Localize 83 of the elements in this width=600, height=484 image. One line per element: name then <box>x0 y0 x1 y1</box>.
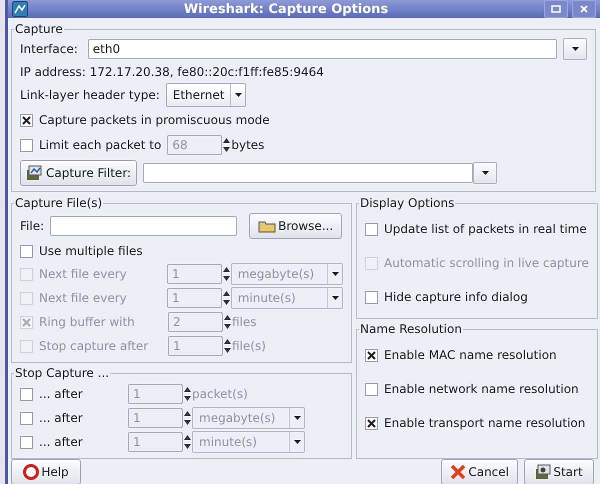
checkbox-label: Stop capture after <box>39 339 148 353</box>
checkbox-label: Automatic scrolling in live capture <box>384 256 589 270</box>
spin-arrows-icon <box>222 137 232 153</box>
maximize-button[interactable] <box>544 0 568 18</box>
maximize-icon <box>551 5 561 13</box>
checkbox-label: Next file every <box>39 291 127 305</box>
spin-arrows-icon <box>222 290 231 306</box>
spin-arrows-icon <box>183 410 192 426</box>
checkbox[interactable] <box>20 138 33 152</box>
cross-mark-icon <box>22 318 31 326</box>
spin-arrows-icon <box>223 338 232 354</box>
filter-field[interactable] <box>143 163 474 183</box>
checkbox[interactable] <box>365 416 378 430</box>
caret-icon <box>572 47 578 51</box>
cancel-button[interactable]: Cancel <box>441 459 518 484</box>
unit-label: file(s) <box>232 339 266 353</box>
file-field[interactable] <box>50 216 238 236</box>
unit-label: files <box>232 315 257 329</box>
group-title: Name Resolution <box>359 322 463 336</box>
unit-label: packet(s) <box>192 387 248 401</box>
group-title: Capture <box>14 22 64 36</box>
checkbox-label: ... after <box>39 411 83 425</box>
checkbox-label: Update list of packets in real time <box>384 222 587 236</box>
checkbox-label: Hide capture info dialog <box>384 290 528 304</box>
cross-mark-icon <box>22 116 31 124</box>
spin-arrows-icon <box>222 266 231 282</box>
field-label: File: <box>20 219 44 233</box>
checkbox[interactable] <box>365 348 378 362</box>
capture-filter-button[interactable]: Capture Filter: <box>20 160 138 186</box>
app-icon <box>12 1 28 17</box>
unit-label: bytes <box>231 138 264 152</box>
caret-icon <box>294 440 300 444</box>
checkbox-label: Ring buffer with <box>39 315 135 329</box>
checkbox-label: Limit each packet to <box>39 138 162 152</box>
unit-dropdown[interactable]: minute(s) <box>192 431 305 453</box>
help-button[interactable]: Help <box>11 459 81 484</box>
checkbox[interactable] <box>20 114 33 126</box>
checkbox-label: Enable MAC name resolution <box>384 348 557 362</box>
start-button[interactable]: Start <box>524 459 594 484</box>
checkbox[interactable] <box>365 222 378 236</box>
lifebuoy-icon <box>23 464 40 480</box>
cross-mark-icon <box>367 418 376 428</box>
cross-mark-icon <box>367 350 376 360</box>
checkbox-label: Enable transport name resolution <box>384 416 586 430</box>
checkbox[interactable] <box>20 244 33 258</box>
field-label: Interface: <box>20 42 78 56</box>
checkbox[interactable] <box>20 436 33 448</box>
cross-icon <box>450 464 466 480</box>
close-button[interactable] <box>572 0 596 18</box>
dropdown-button[interactable] <box>563 38 587 60</box>
interface-field[interactable]: eth0 <box>88 39 557 59</box>
checkbox-label: Use multiple files <box>39 244 143 258</box>
checkbox[interactable] <box>365 382 378 396</box>
caret-icon <box>294 416 300 420</box>
spin-arrows-icon <box>183 386 192 402</box>
checkbox-label: Capture packets in promiscuous mode <box>39 113 270 127</box>
spin-arrows-icon <box>183 434 192 450</box>
field-label: Link-layer header type: <box>20 88 160 102</box>
group-title: Stop Capture ... <box>14 366 110 380</box>
checkbox[interactable] <box>20 388 33 400</box>
capture-icon <box>535 464 552 480</box>
caret-icon <box>332 296 338 300</box>
checkbox-label: ... after <box>39 435 83 449</box>
caret-icon <box>482 171 489 175</box>
checkbox[interactable] <box>365 290 378 304</box>
window-title: Wireshark: Capture Options <box>182 2 390 16</box>
group-title: Capture File(s) <box>14 196 104 210</box>
capture-icon <box>26 165 44 181</box>
caret-icon <box>332 272 338 276</box>
unit-dropdown[interactable]: megabyte(s) <box>192 407 305 429</box>
checkbox-label: ... after <box>39 387 83 401</box>
browse-button[interactable]: Browse... <box>249 213 342 239</box>
link-type-dropdown[interactable]: Ethernet <box>166 83 246 107</box>
caret-icon <box>234 93 242 97</box>
folder-icon <box>258 219 276 233</box>
dropdown-button[interactable] <box>473 162 498 184</box>
checkbox[interactable] <box>20 412 33 424</box>
close-icon <box>580 5 588 13</box>
checkbox-label: Enable network name resolution <box>384 382 579 396</box>
spin-arrows-icon <box>223 314 232 330</box>
group-title: Display Options <box>359 196 456 210</box>
ip-address-text: IP address: 172.17.20.38, fe80::20c:f1ff:fe85:9464 <box>20 65 324 79</box>
checkbox-label: Next file every <box>39 267 127 281</box>
